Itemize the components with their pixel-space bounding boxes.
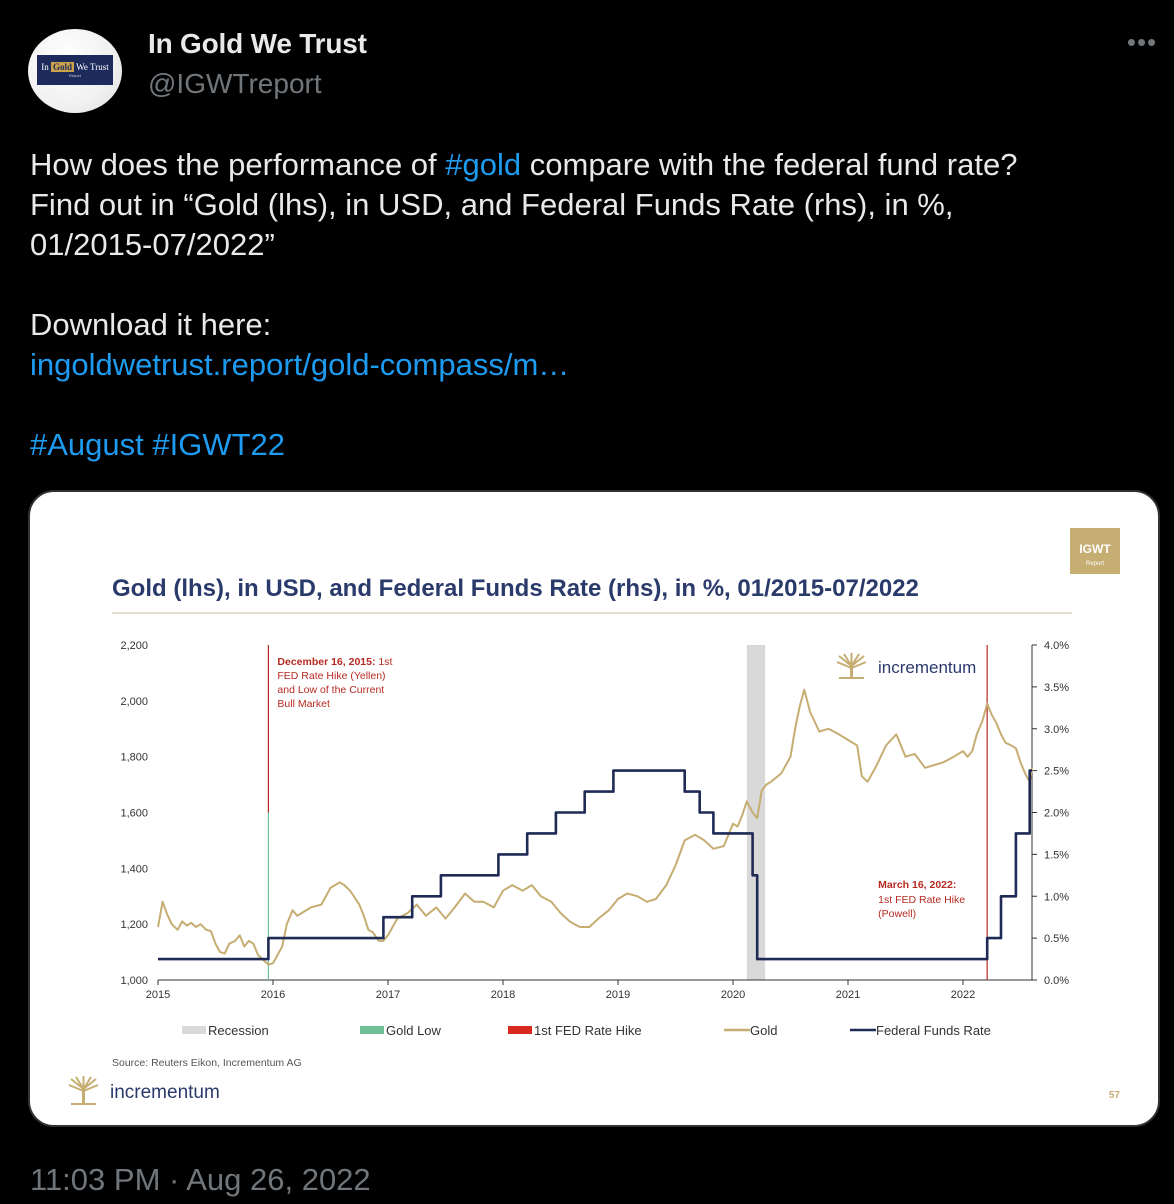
hashtag-august-link[interactable]: #August xyxy=(30,427,144,462)
footer-logo: incrementum xyxy=(68,1076,220,1105)
fed-funds-rate-line xyxy=(158,769,1032,961)
right-tick-label: 1.0% xyxy=(1044,891,1069,903)
left-tick-label: 1,000 xyxy=(120,975,148,987)
right-tick-label: 0.0% xyxy=(1044,975,1069,987)
user-handle[interactable]: @IGWTreport xyxy=(148,68,322,100)
right-tick-label: 3.0% xyxy=(1044,724,1069,736)
right-tick-label: 2.0% xyxy=(1044,808,1069,820)
igwt-badge-text: IGWT xyxy=(1079,542,1111,556)
left-tick-label: 1,800 xyxy=(120,752,148,764)
legend-label: Recession xyxy=(208,1023,269,1038)
hashtag-gold-link[interactable]: #gold xyxy=(445,147,521,182)
tweet-line: Find out in “Gold (lhs), in USD, and Fed… xyxy=(30,187,954,222)
avatar[interactable]: In Gold We Trust Report xyxy=(28,29,122,113)
legend-swatch xyxy=(182,1026,206,1034)
tweet-line: Download it here: xyxy=(30,307,272,342)
annotation-2022-line: 1st FED Rate Hike xyxy=(878,894,965,906)
left-tick-label: 2,000 xyxy=(120,696,148,708)
gold-price-line xyxy=(157,688,1033,966)
annotation-2015: December 16, 2015: 1st xyxy=(277,656,392,668)
right-tick-label: 2.5% xyxy=(1044,766,1069,778)
left-tick-label: 1,600 xyxy=(120,808,148,820)
igwt-badge: IGWT Report xyxy=(1070,528,1120,574)
x-tick-label: 2018 xyxy=(491,989,515,1001)
tweet-line: 01/2015-07/2022” xyxy=(30,227,275,262)
legend-swatch xyxy=(360,1026,384,1034)
tweet-line: How does the performance of #gold compar… xyxy=(30,147,1018,182)
x-tick-label: 2017 xyxy=(376,989,400,1001)
right-tick-label: 4.0% xyxy=(1044,640,1069,652)
right-tick-label: 0.5% xyxy=(1044,933,1069,945)
annotation-2022-line: (Powell) xyxy=(878,908,916,920)
x-tick-label: 2021 xyxy=(836,989,860,1001)
more-horizontal-icon[interactable]: ••• xyxy=(1124,29,1160,55)
annotation-2015-line: FED Rate Hike (Yellen) xyxy=(277,670,385,682)
watermark-text: incrementum xyxy=(878,658,976,677)
legend-label: 1st FED Rate Hike xyxy=(534,1023,642,1038)
igwt-badge-sub: Report xyxy=(1086,561,1104,567)
left-tick-label: 2,200 xyxy=(120,640,148,652)
legend-label: Federal Funds Rate xyxy=(876,1023,991,1038)
left-tick-label: 1,200 xyxy=(120,919,148,931)
hashtag-igwt22-link[interactable]: #IGWT22 xyxy=(152,427,285,462)
download-link[interactable]: ingoldwetrust.report/gold-compass/m… xyxy=(30,347,569,382)
chart-svg: Gold (lhs), in USD, and Federal Funds Ra… xyxy=(68,528,1121,1105)
incrementum-tree-icon xyxy=(836,653,867,679)
incrementum-tree-icon xyxy=(68,1076,99,1105)
legend-label: Gold xyxy=(750,1023,777,1038)
left-tick-label: 1,400 xyxy=(120,863,148,875)
x-tick-label: 2015 xyxy=(146,989,170,1001)
watermark-logo: incrementum xyxy=(836,653,976,679)
annotation-2022-title: March 16, 2022: xyxy=(878,879,956,891)
tweet-text: How does the performance of #gold compar… xyxy=(30,145,1160,465)
x-tick-label: 2016 xyxy=(261,989,285,1001)
chart-source: Source: Reuters Eikon, Incrementum AG xyxy=(112,1057,302,1069)
page-number: 57 xyxy=(1109,1090,1121,1101)
chart-title: Gold (lhs), in USD, and Federal Funds Ra… xyxy=(112,575,919,602)
right-tick-label: 1.5% xyxy=(1044,849,1069,861)
timestamp[interactable]: 11:03 PM · Aug 26, 2022 xyxy=(30,1162,371,1198)
legend-label: Gold Low xyxy=(386,1023,442,1038)
annotation-2015-line: Bull Market xyxy=(277,698,330,710)
legend-swatch xyxy=(508,1026,532,1034)
annotation-2015-line: and Low of the Current xyxy=(277,684,384,696)
display-name[interactable]: In Gold We Trust xyxy=(148,28,367,60)
x-tick-label: 2020 xyxy=(721,989,745,1001)
right-tick-label: 3.5% xyxy=(1044,682,1069,694)
tweet-media-chart[interactable]: Gold (lhs), in USD, and Federal Funds Ra… xyxy=(28,490,1160,1127)
avatar-logo: In Gold We Trust Report xyxy=(37,55,113,85)
x-tick-label: 2022 xyxy=(951,989,975,1001)
footer-logo-text: incrementum xyxy=(110,1082,220,1103)
x-tick-label: 2019 xyxy=(606,989,630,1001)
